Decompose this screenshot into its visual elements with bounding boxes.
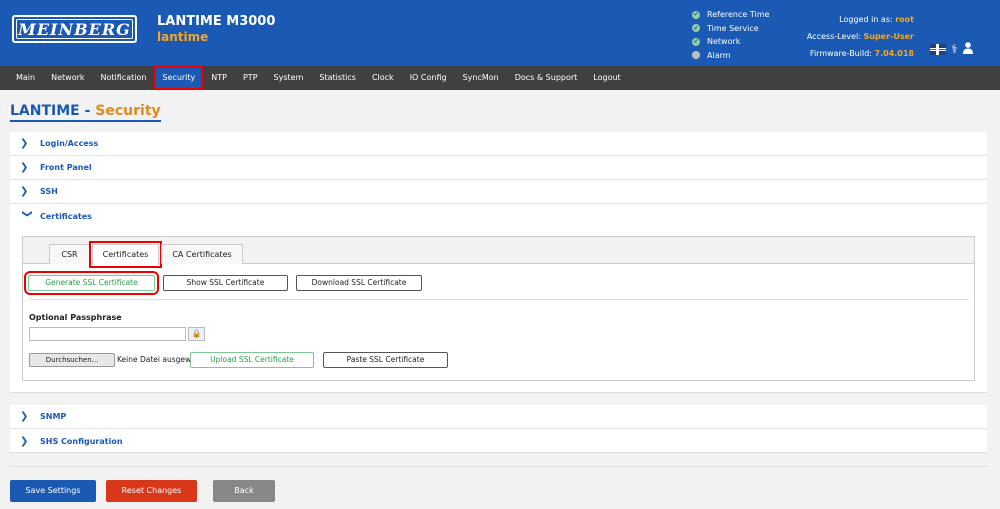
section-shs-configuration[interactable]: ❯ SHS Configuration [10, 429, 987, 453]
alarm-dot-icon: ● [692, 51, 700, 60]
generate-ssl-certificate-button[interactable]: Generate SSL Certificate [24, 271, 159, 295]
header-icons: ⚕ [930, 42, 973, 57]
device-name: LANTIME M3000 [157, 14, 276, 29]
meinberg-logo[interactable]: MEINBERG [12, 15, 137, 43]
section-snmp[interactable]: ❯ SNMP [10, 405, 987, 429]
nav-security[interactable]: Security [154, 66, 204, 90]
chevron-right-icon: ❯ [20, 411, 29, 422]
logo-text: MEINBERG [16, 19, 133, 39]
chevron-right-icon: ❯ [20, 186, 29, 197]
status-network: ✔ Network [692, 37, 741, 47]
sections-bottom: ❯ SNMP ❯ SHS Configuration [10, 405, 987, 453]
chevron-down-icon: ❯ [21, 209, 33, 218]
section-front-panel[interactable]: ❯ Front Panel [10, 156, 987, 180]
tab-csr[interactable]: CSR [49, 244, 90, 264]
nav-io-config[interactable]: IO Config [402, 66, 455, 90]
nav-statistics[interactable]: Statistics [311, 66, 364, 90]
section-ssh[interactable]: ❯ SSH [10, 180, 987, 204]
check-icon: ✔ [692, 24, 700, 33]
nav-ntp[interactable]: NTP [203, 66, 235, 90]
main-nav: Main Network Notification Security NTP P… [0, 66, 1000, 90]
firmware-build: 7.04.018 [874, 49, 914, 58]
check-icon: ✔ [692, 37, 700, 46]
footer-divider [10, 466, 987, 467]
user-icon[interactable] [962, 42, 973, 57]
section-login-access[interactable]: ❯ Login/Access [10, 132, 987, 156]
status-reference-time: ✔ Reference Time [692, 10, 770, 20]
nav-docs-support[interactable]: Docs & Support [507, 66, 586, 90]
certificate-tabs: CSR Certificates CA Certificates [23, 237, 974, 268]
status-list: ✔ Reference Time ✔ Time Service ✔ Network ●… [692, 8, 769, 62]
nav-syncmon[interactable]: SyncMon [455, 66, 507, 90]
save-settings-button[interactable]: Save Settings [10, 480, 96, 502]
section-certificates[interactable]: ❯ Certificates [10, 204, 987, 228]
nav-clock[interactable]: Clock [364, 66, 402, 90]
browse-file-button[interactable]: Durchsuchen... [29, 353, 115, 367]
tab-certificates[interactable]: Certificates [89, 241, 162, 268]
chevron-right-icon: ❯ [20, 435, 29, 447]
show-ssl-certificate-button[interactable]: Show SSL Certificate [163, 275, 288, 291]
back-button[interactable]: Back [213, 480, 275, 502]
tab-ca-certificates[interactable]: CA Certificates [161, 244, 243, 264]
sections-top: ❯ Login/Access ❯ Front Panel ❯ SSH ❯ Certifi… [10, 132, 987, 232]
lock-icon[interactable]: 🔒 [188, 327, 205, 341]
nav-main[interactable]: Main [8, 66, 43, 90]
passphrase-input[interactable] [29, 327, 186, 341]
upload-ssl-certificate-button[interactable]: Upload SSL Certificate [190, 352, 314, 368]
chevron-right-icon: ❯ [20, 162, 29, 173]
access-level: Super-User [863, 32, 914, 41]
reset-changes-button[interactable]: Reset Changes [106, 480, 197, 502]
device-hostname: lantime [157, 30, 209, 44]
nav-notification[interactable]: Notification [93, 66, 155, 90]
page-title: LANTIME - Security [10, 103, 161, 122]
nav-system[interactable]: System [266, 66, 312, 90]
check-icon: ✔ [692, 10, 700, 19]
download-ssl-certificate-button[interactable]: Download SSL Certificate [296, 275, 422, 291]
status-alarm: ● Alarm [692, 50, 731, 60]
status-time-service: ✔ Time Service [692, 23, 759, 33]
nav-logout[interactable]: Logout [585, 66, 628, 90]
paste-ssl-certificate-button[interactable]: Paste SSL Certificate [323, 352, 448, 368]
nav-network[interactable]: Network [43, 66, 92, 90]
logged-in-user: root [895, 15, 914, 24]
top-header: MEINBERG LANTIME M3000 lantime ✔ Referenc… [0, 0, 1000, 66]
certificates-panel: CSR Certificates CA Certificates Generat… [22, 236, 975, 381]
nav-ptp[interactable]: PTP [235, 66, 266, 90]
passphrase-label: Optional Passphrase [29, 313, 122, 322]
chevron-right-icon: ❯ [20, 138, 29, 149]
uk-flag-icon[interactable] [930, 44, 946, 55]
session-info: Logged in as: root Access-Level: Super-U… [806, 15, 914, 58]
divider [29, 299, 969, 300]
stethoscope-icon[interactable]: ⚕ [951, 42, 958, 57]
